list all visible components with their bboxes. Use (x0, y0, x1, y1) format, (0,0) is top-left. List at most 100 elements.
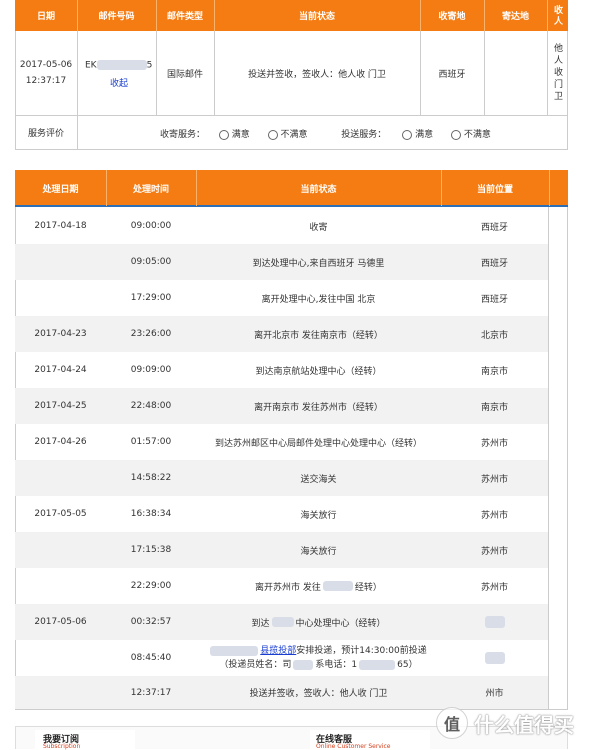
track-row: 2017-04-24 09:09:00 到达南京航站处理中心（经转） 南京市 (15, 352, 548, 388)
track-time: 17:29:00 (130, 293, 172, 303)
track-status: 海关放行 (300, 510, 337, 521)
delivery-unsatisfied-radio[interactable] (450, 129, 461, 140)
status-courier-phone: 系电话：1 (315, 660, 358, 670)
tracking-prefix: EK (85, 60, 97, 71)
track-location: 西班牙 (480, 258, 508, 269)
track-location: 苏州市 (480, 474, 508, 485)
track-time: 22:48:00 (130, 401, 172, 411)
pickup-satisfied-label: 满意 (231, 130, 250, 140)
header-destination: 寄达地 (501, 12, 529, 22)
track-status: 到达处理中心,来自西班牙 马德里 (252, 258, 385, 269)
track-date: 2017-05-06 (34, 617, 87, 627)
track-date (15, 640, 106, 676)
track-location: 苏州市 (480, 546, 508, 557)
track-row: 2017-05-06 00:32:57 到达 中心处理中心（经转） (15, 604, 548, 640)
header-tracking-number: 邮件号码 (98, 12, 135, 22)
header-date: 日期 (36, 12, 55, 22)
row-divider (547, 31, 548, 115)
header-divider (549, 170, 550, 206)
track-row: 14:58:22 送交海关 苏州市 (15, 460, 548, 496)
track-status: 离开处理中心,发往中国 北京 (261, 294, 376, 305)
row-divider (77, 31, 78, 115)
track-header-location: 当前位置 (476, 184, 513, 195)
track-header-time: 处理时间 (132, 184, 169, 195)
track-time: 09:00:00 (130, 221, 172, 231)
track-time: 01:57:00 (130, 437, 172, 447)
track-location: 苏州市 (480, 438, 508, 449)
rating-label: 服务评价 (27, 129, 64, 139)
track-status: 离开北京市 发往南京市（经转） (254, 330, 383, 341)
track-time: 08:45:40 (130, 653, 172, 663)
collapse-link[interactable]: 收起 (110, 76, 128, 89)
status-line-1: 县揽投部安排投递，预计14:30:00前投递 (210, 644, 427, 658)
track-status: 到达苏州邮区中心局邮件处理中心处理中心（经转） (214, 438, 422, 449)
track-time: 22:29:00 (130, 581, 172, 591)
track-time: 14:58:22 (130, 473, 172, 483)
watermark-badge-icon: 值 (436, 707, 468, 739)
track-status: 送交海关 (300, 474, 337, 485)
track-date (15, 244, 106, 280)
watermark: 值 什么值得买 (436, 703, 606, 743)
delivery-satisfied-label: 满意 (415, 130, 434, 140)
subscribe-block[interactable]: 我要订阅 Subscription (35, 730, 135, 750)
header-divider (420, 0, 421, 31)
track-status: 到达南京航站处理中心（经转） (255, 366, 382, 377)
track-date (15, 532, 106, 568)
delivery-unsatisfied-label: 不满意 (463, 130, 491, 140)
track-row: 2017-04-25 22:48:00 离开南京市 发往苏州市（经转） 南京市 (15, 388, 548, 424)
header-divider (156, 0, 157, 31)
track-row: 09:05:00 到达处理中心,来自西班牙 马德里 西班牙 (15, 244, 548, 280)
pickup-satisfied-radio[interactable] (218, 129, 229, 140)
header-receiver: 收人 (552, 4, 562, 27)
rating-options: 收寄服务： 满意 不满意 投送服务： 满意 不满意 (160, 127, 491, 140)
track-status: 海关放行 (300, 546, 337, 557)
redacted-text (210, 645, 259, 656)
track-row: 2017-04-23 23:26:00 离开北京市 发往南京市（经转） 北京市 (15, 316, 548, 352)
delivery-office-link[interactable]: 县揽投部 (260, 646, 296, 656)
redacted-location (484, 652, 505, 664)
status-text: 离开苏州市 发往 (255, 582, 321, 593)
track-date: 2017-04-26 (34, 437, 87, 447)
rating-divider (77, 116, 78, 149)
track-table-gutter (548, 207, 549, 710)
track-status: 投送并签收，签收人：他人收 门卫 (249, 689, 388, 699)
track-header-date: 处理日期 (42, 184, 79, 195)
pickup-unsatisfied-radio[interactable] (267, 129, 278, 140)
redacted-tracking (96, 60, 147, 70)
track-location: 西班牙 (480, 222, 508, 233)
mail-status: 投送并签收，签收人：他人收 门卫 (248, 69, 386, 80)
row-divider (484, 31, 485, 115)
track-time: 23:26:00 (130, 329, 172, 339)
track-row: 17:29:00 离开处理中心,发往中国 北京 西班牙 (15, 280, 548, 316)
track-status: 离开南京市 发往苏州市（经转） (254, 402, 383, 413)
status-courier-name: （投递员姓名：司 (219, 660, 292, 670)
track-location (441, 640, 548, 676)
track-row: 22:29:00 离开苏州市 发往 经转） 苏州市 (15, 568, 548, 604)
header-divider (441, 170, 442, 206)
row-separator (15, 115, 568, 116)
status-text: 到达 (251, 618, 270, 629)
track-location: 苏州市 (480, 510, 508, 521)
mail-origin: 西班牙 (438, 69, 466, 80)
track-location: 西班牙 (480, 294, 508, 305)
header-divider (547, 0, 548, 31)
track-time: 12:37:17 (130, 687, 172, 698)
track-row: 17:15:38 海关放行 苏州市 (15, 532, 548, 568)
header-divider (484, 0, 485, 31)
row-divider (156, 31, 157, 115)
header-status: 当前状态 (298, 12, 335, 22)
header-divider (196, 170, 197, 206)
track-location: 苏州市 (480, 582, 508, 593)
track-location: 南京市 (480, 402, 508, 413)
track-date: 2017-04-24 (34, 365, 87, 375)
redacted-text (271, 617, 294, 627)
row-divider (420, 31, 421, 115)
delivery-satisfied-radio[interactable] (402, 129, 413, 140)
track-status: 离开苏州市 发往 经转） (196, 568, 441, 604)
header-origin: 收寄地 (438, 12, 466, 22)
customer-service-block[interactable]: 在线客服 Online Customer Service (310, 730, 430, 750)
track-location: 北京市 (480, 330, 508, 341)
redacted-location (484, 616, 505, 628)
redacted-text (359, 659, 396, 670)
redacted-text (293, 659, 314, 670)
